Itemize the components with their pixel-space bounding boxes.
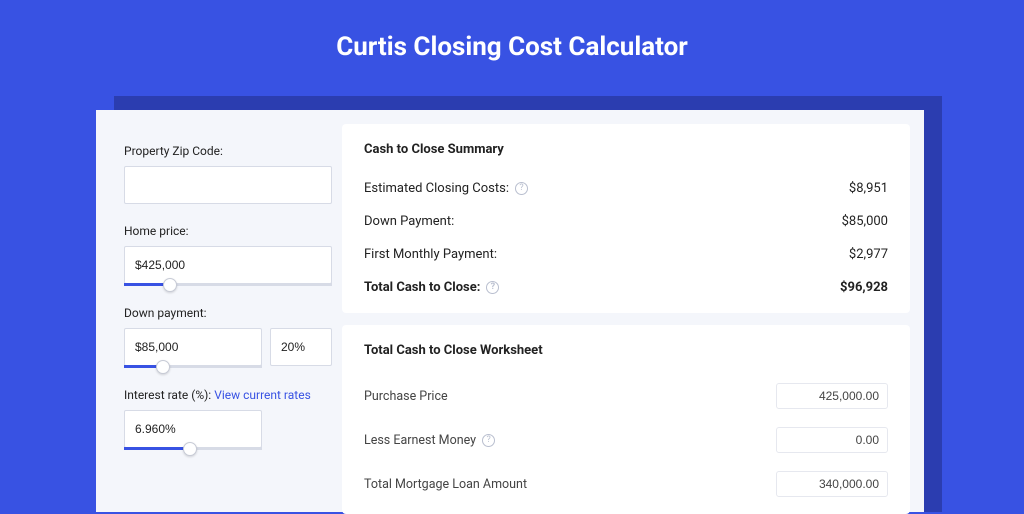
worksheet-row: Purchase Price <box>364 374 888 418</box>
calculator-panel: Property Zip Code: Home price: Down paym… <box>96 110 924 512</box>
summary-total-value: $96,928 <box>840 280 888 295</box>
worksheet-label: Less Earnest Money <box>364 433 476 448</box>
inputs-column: Property Zip Code: Home price: Down paym… <box>96 110 342 512</box>
worksheet-value-input[interactable] <box>776 383 888 409</box>
slider-thumb[interactable] <box>163 278 177 292</box>
home-price-group: Home price: <box>124 224 332 286</box>
interest-slider[interactable] <box>124 447 262 450</box>
summary-card: Cash to Close Summary Estimated Closing … <box>342 124 910 313</box>
interest-label-row: Interest rate (%): View current rates <box>124 388 332 402</box>
summary-value: $8,951 <box>849 181 888 196</box>
worksheet-row: Total Mortgage Loan Amount <box>364 462 888 506</box>
down-payment-group: Down payment: <box>124 306 332 368</box>
summary-label: First Monthly Payment: <box>364 247 497 262</box>
worksheet-label: Purchase Price <box>364 389 448 404</box>
summary-row: Estimated Closing Costs: ? $8,951 <box>364 173 888 206</box>
summary-row: First Monthly Payment: $2,977 <box>364 239 888 272</box>
summary-total-row: Total Cash to Close: ? $96,928 <box>364 272 888 305</box>
help-icon[interactable]: ? <box>482 434 495 447</box>
home-price-slider[interactable] <box>124 283 332 286</box>
help-icon[interactable]: ? <box>486 281 499 294</box>
worksheet-title: Total Cash to Close Worksheet <box>364 343 888 358</box>
worksheet-row: Less Earnest Money ? <box>364 418 888 462</box>
summary-label: Estimated Closing Costs: <box>364 181 509 196</box>
summary-row: Down Payment: $85,000 <box>364 206 888 239</box>
page-title: Curtis Closing Cost Calculator <box>0 0 1024 62</box>
slider-thumb[interactable] <box>183 442 197 456</box>
down-payment-label: Down payment: <box>124 306 332 320</box>
down-payment-input[interactable] <box>124 328 262 366</box>
zip-label: Property Zip Code: <box>124 144 332 158</box>
worksheet-value-input[interactable] <box>776 471 888 497</box>
down-payment-slider[interactable] <box>124 365 262 368</box>
slider-fill <box>124 447 190 450</box>
results-column: Cash to Close Summary Estimated Closing … <box>342 110 924 512</box>
slider-thumb[interactable] <box>156 360 170 374</box>
view-rates-link[interactable]: View current rates <box>214 388 311 402</box>
summary-label: Down Payment: <box>364 214 454 229</box>
worksheet-card: Total Cash to Close Worksheet Purchase P… <box>342 325 910 514</box>
interest-label: Interest rate (%): <box>124 388 211 402</box>
zip-field-group: Property Zip Code: <box>124 144 332 204</box>
worksheet-label: Total Mortgage Loan Amount <box>364 477 527 492</box>
home-price-input[interactable] <box>124 246 332 284</box>
worksheet-value-input[interactable] <box>776 427 888 453</box>
summary-total-label: Total Cash to Close: <box>364 280 480 295</box>
interest-group: Interest rate (%): View current rates <box>124 388 332 450</box>
summary-value: $2,977 <box>849 247 888 262</box>
home-price-label: Home price: <box>124 224 332 238</box>
help-icon[interactable]: ? <box>515 182 528 195</box>
zip-input[interactable] <box>124 166 332 204</box>
down-payment-pct-input[interactable] <box>270 328 332 366</box>
summary-value: $85,000 <box>842 214 888 229</box>
summary-title: Cash to Close Summary <box>364 142 888 157</box>
